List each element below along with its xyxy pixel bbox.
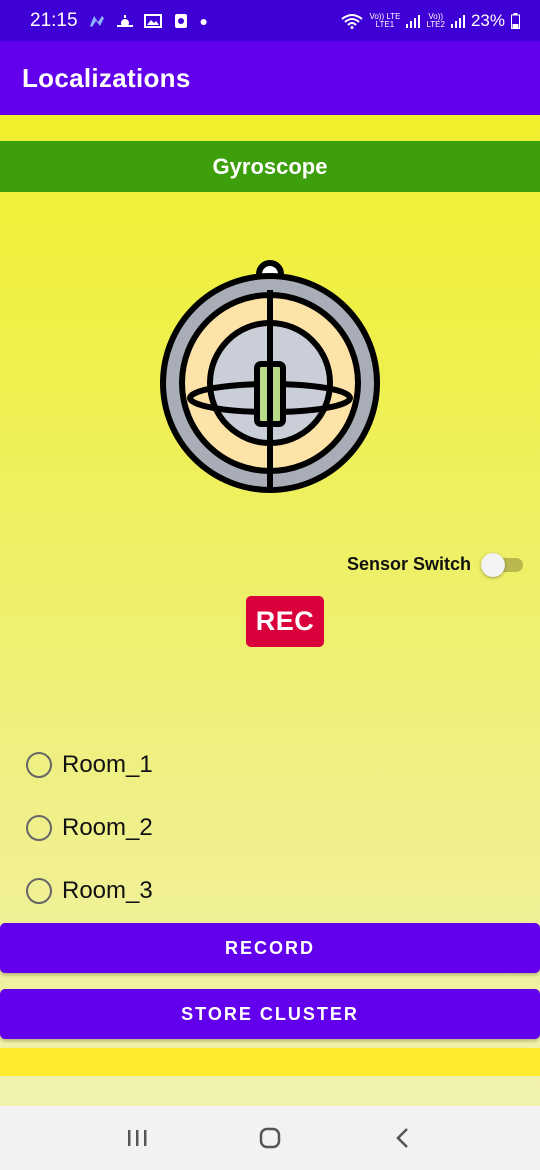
sensor-switch-label: Sensor Switch	[346, 553, 471, 574]
sensor-switch[interactable]	[481, 551, 525, 577]
rec-label: REC	[255, 606, 315, 636]
home-button[interactable]	[250, 1118, 290, 1158]
switch-thumb	[481, 553, 505, 577]
room-label: Room_3	[62, 876, 153, 904]
gallery-icon	[143, 13, 162, 28]
sensor-banner: Gyroscope	[0, 141, 540, 192]
room-radio-group: Room_1 Room_2 Room_3	[26, 733, 326, 922]
radio-button-icon	[26, 751, 52, 778]
status-right: Vo)) LTE LTE1 Vo)) LTE2 23%	[341, 11, 520, 31]
sim1-label: Vo)) LTE LTE1	[369, 11, 401, 29]
battery-percent: 23%	[470, 10, 505, 30]
app-icon	[174, 13, 187, 28]
store-cluster-button[interactable]: STORE CLUSTER	[0, 989, 540, 1039]
recents-icon	[127, 1130, 147, 1146]
room-radio-1[interactable]: Room_1	[26, 733, 326, 796]
store-cluster-button-label: STORE CLUSTER	[181, 1003, 359, 1024]
sensor-switch-row: Sensor Switch	[347, 548, 525, 580]
status-time: 21:15	[30, 9, 78, 31]
room-radio-2[interactable]: Room_2	[26, 796, 326, 859]
back-icon	[396, 1128, 409, 1148]
gyroscope-icon	[160, 260, 380, 493]
bottom-strip	[0, 1048, 540, 1076]
recents-button[interactable]	[117, 1118, 157, 1158]
navigation-bar	[0, 1106, 540, 1170]
room-radio-3[interactable]: Room_3	[26, 859, 326, 922]
record-button-label: RECORD	[224, 937, 315, 958]
app-bar: Localizations	[0, 41, 540, 115]
signal-icon-2	[450, 14, 465, 28]
banner-title: Gyroscope	[212, 153, 328, 179]
status-left: 21:15 ●	[30, 10, 208, 32]
wifi-icon	[341, 13, 364, 29]
rec-badge: REC	[246, 596, 324, 647]
home-icon	[259, 1127, 281, 1149]
radio-button-icon	[26, 877, 52, 904]
room-label: Room_2	[62, 813, 153, 841]
sim2-label: Vo)) LTE2	[426, 11, 445, 29]
status-bar: 21:15 ● Vo)) LTE LTE1 Vo)) LTE2 23%	[0, 0, 540, 41]
messenger-icon	[89, 15, 104, 27]
weather-icon	[116, 14, 133, 27]
radio-button-icon	[26, 814, 52, 841]
app-title: Localizations	[22, 62, 191, 93]
signal-icon	[406, 14, 421, 28]
back-button[interactable]	[383, 1118, 423, 1158]
record-button[interactable]: RECORD	[0, 923, 540, 973]
dot-icon: ●	[199, 12, 209, 29]
room-label: Room_1	[62, 750, 153, 778]
battery-icon	[511, 12, 520, 29]
